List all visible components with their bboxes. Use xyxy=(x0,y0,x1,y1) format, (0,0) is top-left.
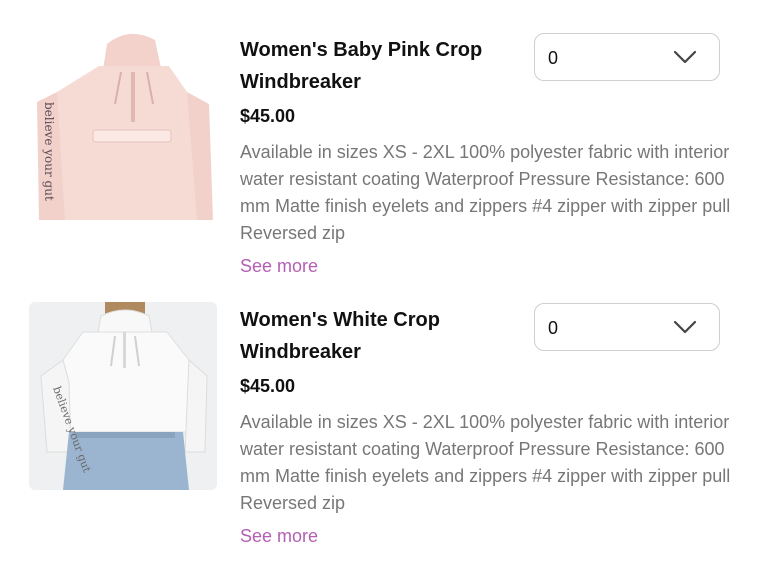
product-image[interactable]: believe your gut xyxy=(29,302,217,490)
chevron-down-icon xyxy=(673,320,697,334)
product-price: $45.00 xyxy=(240,106,296,126)
see-more-link[interactable]: See more xyxy=(240,524,318,548)
pink-windbreaker-photo-icon: believe your gut xyxy=(29,32,217,220)
product-card: believe your gut Women's Baby Pink Crop … xyxy=(0,32,768,302)
quantity-value: 0 xyxy=(548,318,559,338)
quantity-value: 0 xyxy=(548,48,559,68)
product-card: believe your gut Women's White Crop Wind… xyxy=(0,302,768,564)
see-more-link[interactable]: See more xyxy=(240,254,318,278)
product-title[interactable]: Women's White Crop Windbreaker xyxy=(240,304,520,368)
product-image[interactable]: believe your gut xyxy=(29,32,217,220)
quantity-select[interactable]: 0 xyxy=(534,303,720,351)
product-list: believe your gut Women's Baby Pink Crop … xyxy=(0,0,768,564)
product-description: Available in sizes XS - 2XL 100% polyest… xyxy=(240,412,731,513)
product-description: Available in sizes XS - 2XL 100% polyest… xyxy=(240,142,731,243)
product-price: $45.00 xyxy=(240,376,296,396)
product-title[interactable]: Women's Baby Pink Crop Windbreaker xyxy=(240,34,520,98)
white-windbreaker-photo-icon: believe your gut xyxy=(29,302,217,490)
svg-text:believe your gut: believe your gut xyxy=(42,102,56,201)
chevron-down-icon xyxy=(673,50,697,64)
quantity-select[interactable]: 0 xyxy=(534,33,720,81)
